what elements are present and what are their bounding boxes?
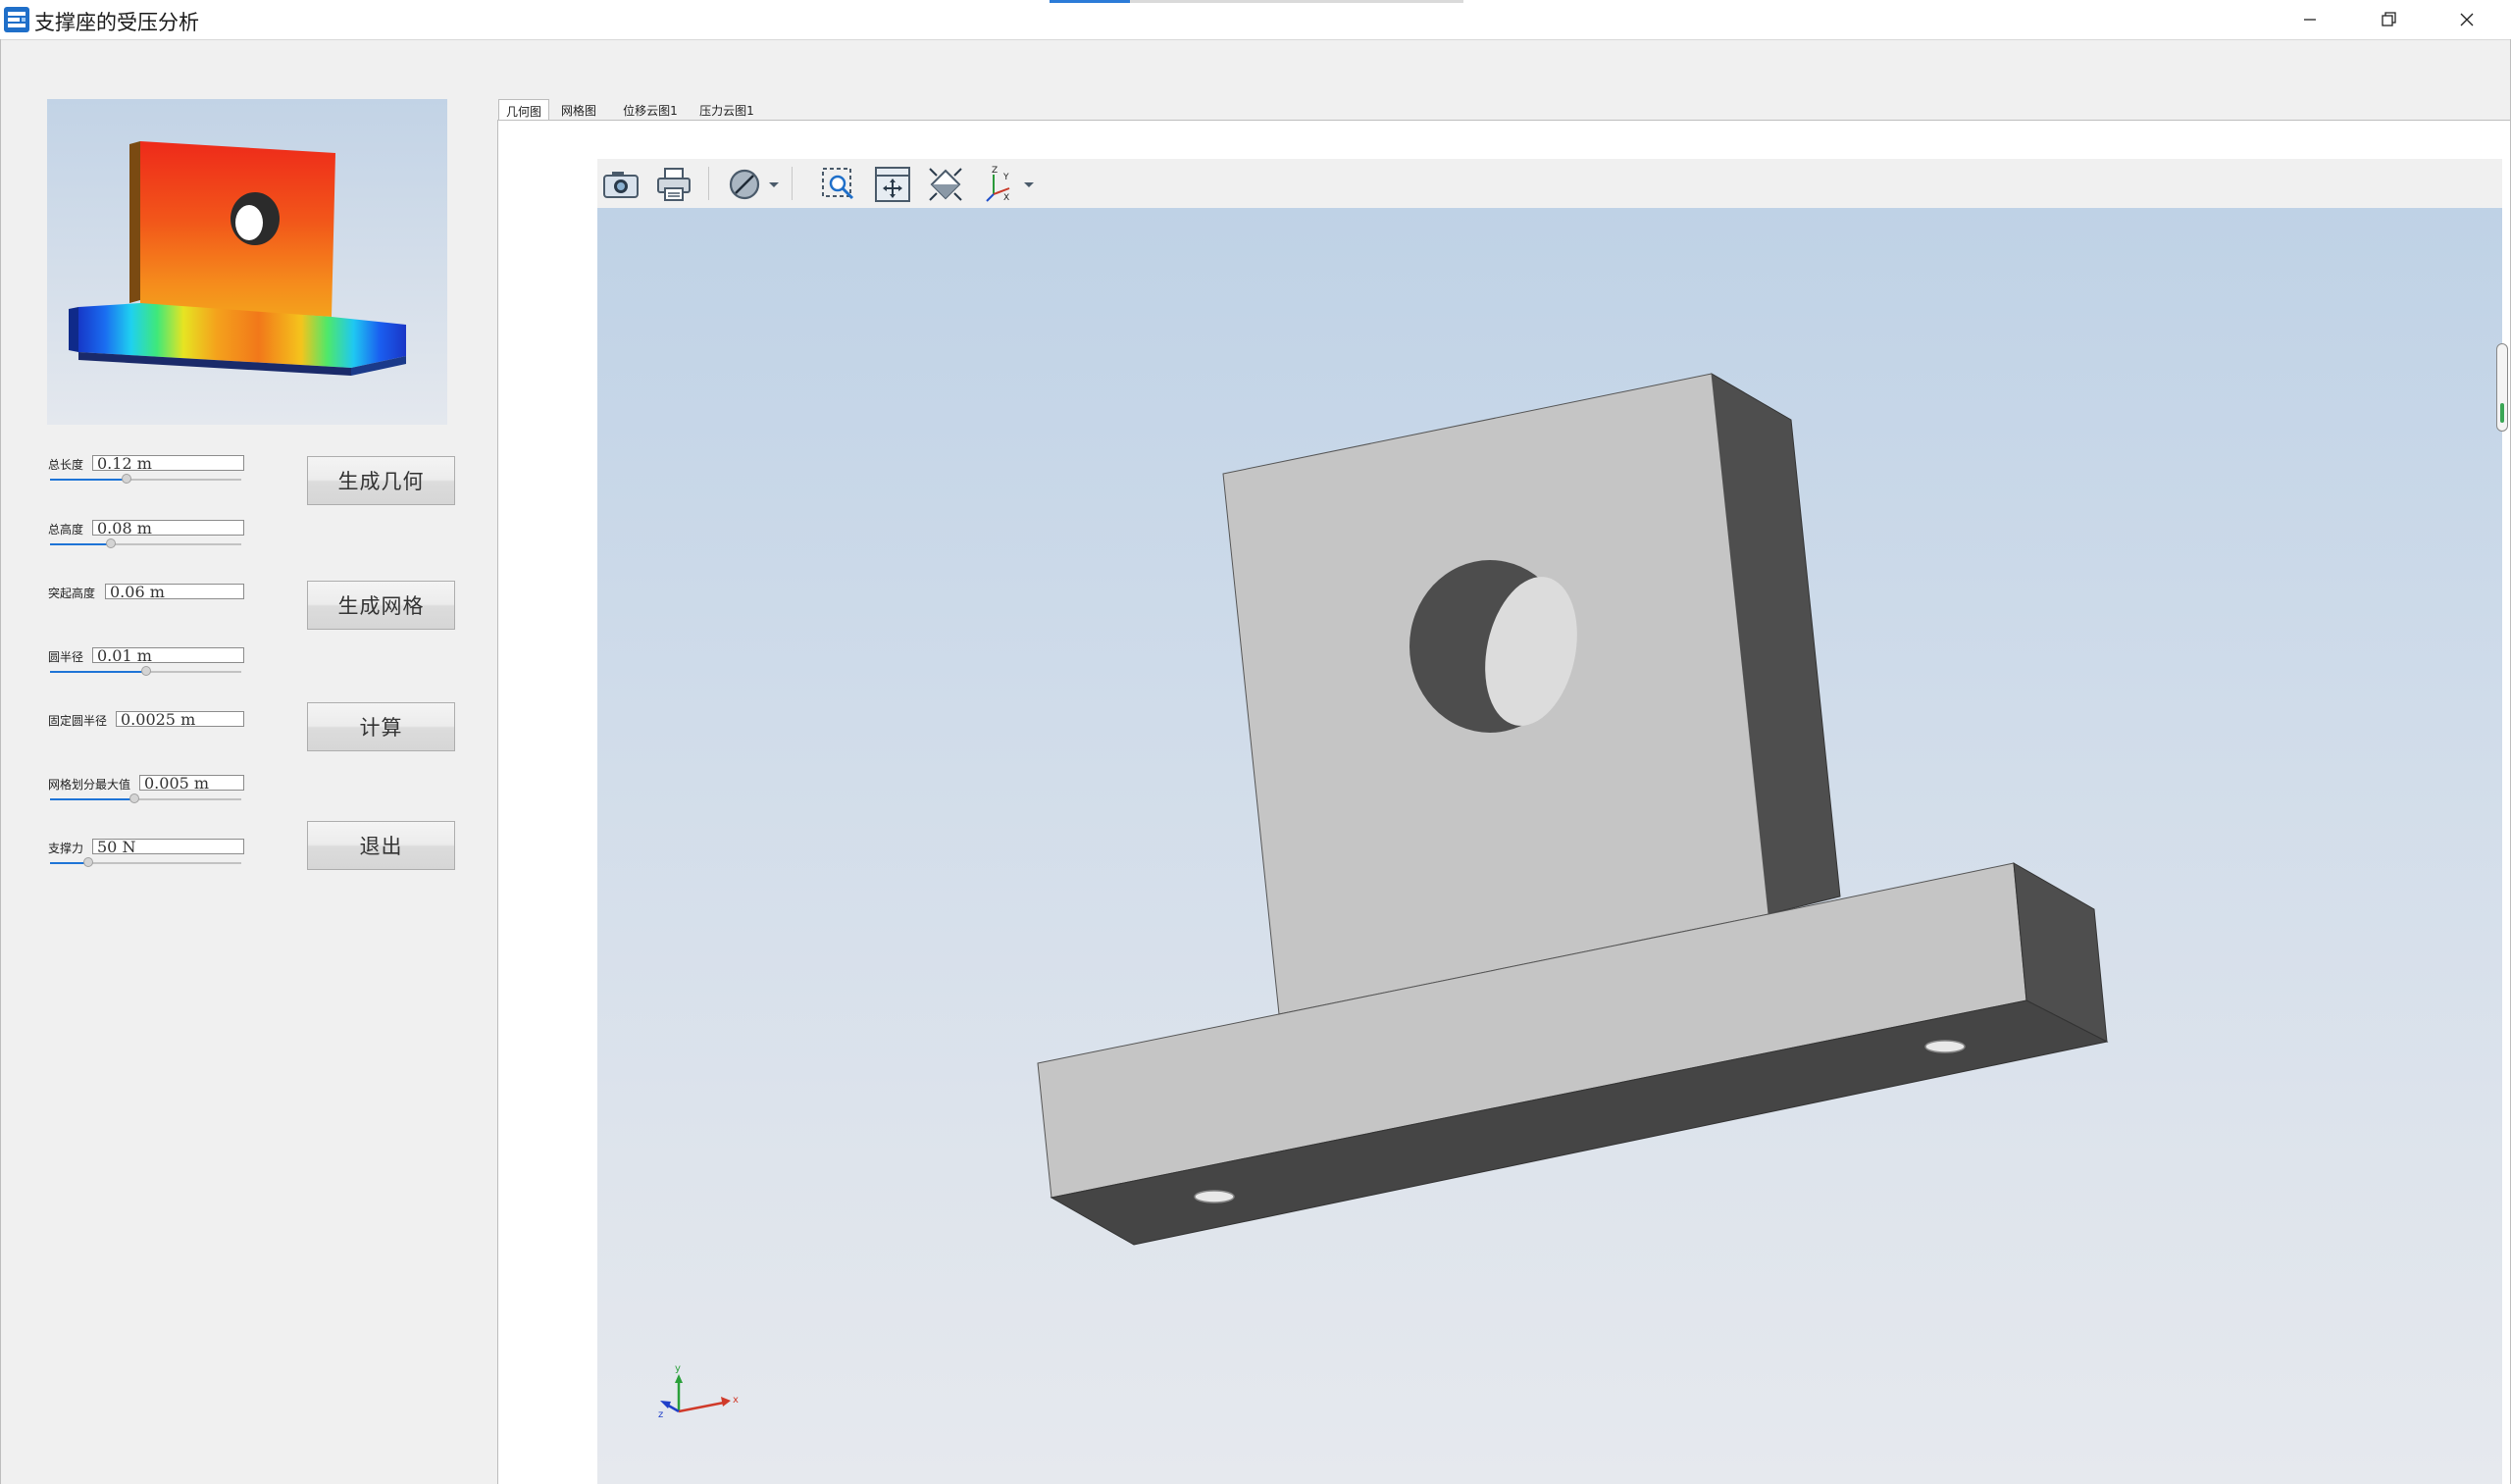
slider-fill (50, 479, 127, 481)
total-height-input[interactable]: 0.08 m (92, 520, 244, 536)
camera-icon[interactable] (601, 165, 641, 204)
minimize-button[interactable] (2271, 0, 2349, 39)
viewer-toolbar: Z Y X (597, 159, 2502, 208)
param-label-fixed-circle-radius: 固定圆半径 (48, 714, 108, 728)
param-label-mesh-max: 网格划分最大值 (48, 778, 131, 792)
tab-displacement[interactable]: 位移云图1 (618, 99, 683, 121)
3d-viewport[interactable]: y x z (597, 208, 2502, 1484)
mesh-max-input[interactable]: 0.005 m (139, 775, 244, 791)
tab-geometry[interactable]: 几何图 (498, 99, 549, 122)
axis-x-label: x (733, 1395, 739, 1406)
mesh-max-slider[interactable] (50, 793, 241, 805)
scroll-indicator-fill (2500, 403, 2504, 423)
compute-button[interactable]: 计算 (307, 702, 455, 751)
toolbar-separator (708, 167, 709, 200)
dropdown-arrow-icon[interactable] (764, 165, 784, 204)
print-icon[interactable] (654, 165, 693, 204)
stress-preview-image (47, 99, 447, 425)
support-force-input[interactable]: 50 N (92, 839, 244, 854)
slider-thumb[interactable] (83, 857, 93, 867)
support-force-slider[interactable] (50, 857, 241, 869)
axis-y-label: y (675, 1363, 681, 1374)
title-accent-bar (1050, 0, 1130, 3)
restore-button[interactable] (2349, 0, 2428, 39)
axis-z-label: z (658, 1409, 663, 1420)
window-title: 支撑座的受压分析 (34, 11, 199, 34)
title-accent-bar-secondary (1130, 0, 1463, 3)
title-bar: 支撑座的受压分析 (0, 0, 2511, 40)
close-icon (2460, 13, 2474, 26)
slider-thumb[interactable] (122, 474, 131, 484)
param-label-total-length: 总长度 (48, 458, 84, 472)
total-length-input[interactable]: 0.12 m (92, 455, 244, 471)
mounting-hole-right (1924, 1040, 1966, 1053)
app-icon (4, 7, 29, 32)
slider-fill (50, 671, 146, 673)
total-height-slider[interactable] (50, 538, 241, 550)
toolbar-separator (792, 167, 793, 200)
boss-height-input[interactable]: 0.06 m (105, 584, 244, 599)
restore-icon (2382, 12, 2396, 26)
svg-text:Y: Y (1002, 173, 1009, 182)
circle-radius-slider[interactable] (50, 666, 241, 678)
slider-thumb[interactable] (140, 666, 151, 676)
mounting-hole-left (1194, 1190, 1235, 1203)
circle-radius-input[interactable]: 0.01 m (92, 647, 244, 663)
close-button[interactable] (2428, 0, 2506, 39)
generate-geometry-button[interactable]: 生成几何 (307, 456, 455, 505)
dropdown-arrow-icon[interactable] (1019, 165, 1039, 204)
svg-text:X: X (1003, 193, 1009, 203)
vertical-scroll-indicator[interactable] (2496, 343, 2508, 432)
svg-text:Z: Z (992, 166, 998, 176)
view-orient-icon[interactable] (926, 165, 965, 204)
param-label-support-force: 支撑力 (48, 842, 84, 855)
fit-extents-icon[interactable] (873, 165, 912, 204)
param-label-circle-radius: 圆半径 (48, 650, 84, 664)
tab-pressure[interactable]: 压力云图1 (694, 99, 759, 121)
minimize-icon (2304, 19, 2316, 21)
model-render: y x z (658, 373, 2109, 1420)
slider-fill (50, 543, 112, 545)
render-mode-icon[interactable] (725, 165, 764, 204)
param-label-boss-height: 突起高度 (48, 587, 96, 600)
param-label-total-height: 总高度 (48, 523, 84, 537)
total-length-slider[interactable] (50, 474, 241, 486)
axis-triad: y x z (658, 1363, 739, 1420)
slider-thumb[interactable] (106, 538, 117, 548)
generate-mesh-button[interactable]: 生成网格 (307, 581, 455, 630)
exit-button[interactable]: 退出 (307, 821, 455, 870)
zoom-box-icon[interactable] (819, 165, 858, 204)
axis-triad-icon[interactable]: Z Y X (982, 165, 1021, 204)
slider-thumb[interactable] (128, 793, 139, 803)
slider-fill (50, 798, 134, 800)
tab-mesh[interactable]: 网格图 (553, 99, 604, 121)
fixed-circle-radius-input[interactable]: 0.0025 m (116, 711, 244, 727)
